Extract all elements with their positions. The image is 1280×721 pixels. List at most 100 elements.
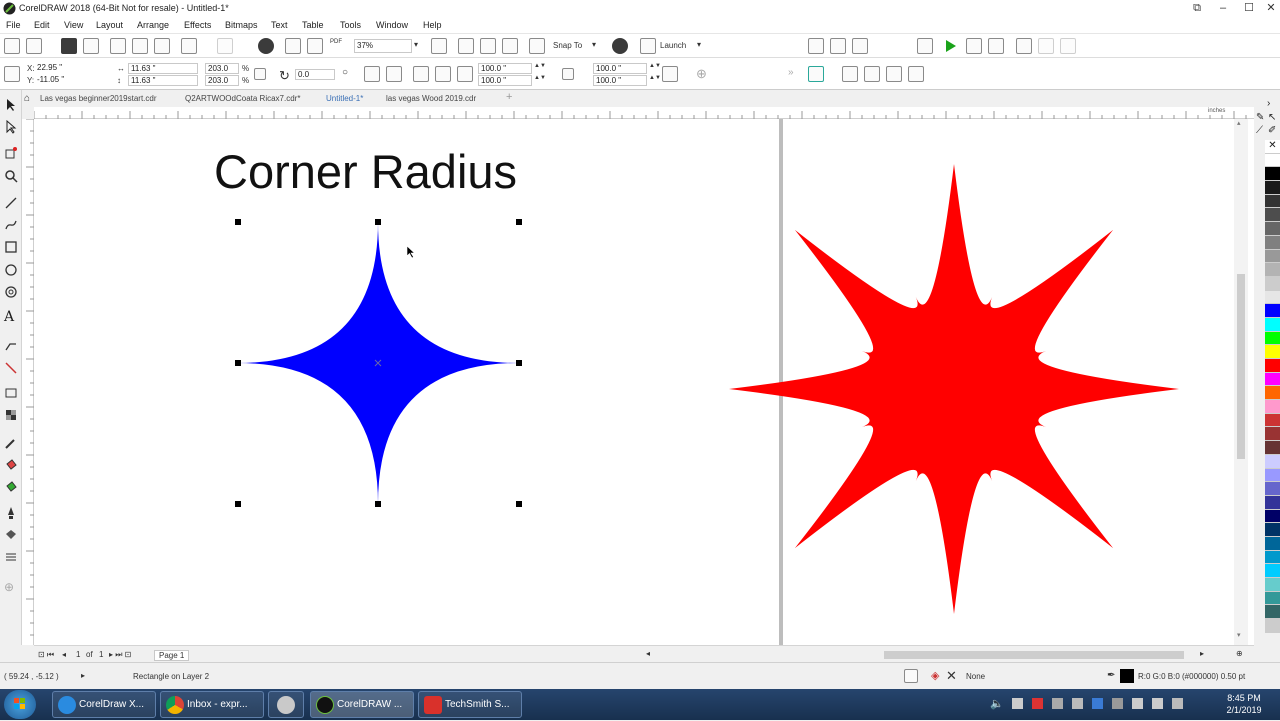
palette-swatch[interactable] (1265, 153, 1280, 168)
palette-swatch[interactable] (1265, 331, 1280, 346)
drawing-canvas[interactable]: Corner Radius (34, 119, 1254, 645)
horizontal-ruler[interactable]: inches (33, 107, 1254, 119)
tray-icon-e[interactable] (1132, 698, 1143, 709)
lock-corners-icon[interactable] (562, 68, 574, 80)
taskbar-item-techsmith[interactable]: TechSmith S... (418, 691, 522, 718)
palette-swatch[interactable] (1265, 468, 1280, 483)
selection-handle-bl[interactable] (235, 501, 241, 507)
first-page-icon[interactable]: ⊡ ⏮ (38, 650, 54, 660)
corner-radius-bottom-right[interactable]: 100.0 " (593, 75, 647, 86)
mirror-vertical-icon[interactable] (386, 66, 402, 82)
palette-swatch[interactable] (1265, 181, 1280, 195)
palette-swatch[interactable] (1265, 441, 1280, 455)
rectangle-tool-icon[interactable] (4, 240, 18, 254)
docker-pen-icon[interactable]: ✎ (1256, 112, 1264, 123)
home-icon[interactable]: ⌂ (24, 93, 30, 104)
corner-radius-top-right[interactable]: 100.0 " (593, 63, 647, 74)
outline-pen-status-icon[interactable]: ✒ (1107, 670, 1115, 681)
undo-icon[interactable] (181, 38, 197, 54)
overflow-chevron-icon[interactable]: » (788, 67, 794, 78)
red-eight-point-star[interactable] (728, 163, 1180, 615)
full-screen-icon[interactable] (431, 38, 447, 54)
import-icon[interactable] (285, 38, 301, 54)
palette-swatch[interactable] (1265, 276, 1280, 291)
selection-handle-tm[interactable] (375, 219, 381, 225)
selection-handle-ml[interactable] (235, 360, 241, 366)
palette-swatch[interactable] (1265, 427, 1280, 442)
smart-fill-icon[interactable] (4, 480, 18, 494)
launch-app-icon[interactable] (640, 38, 656, 54)
launch-chevron-icon[interactable]: ▾ (697, 40, 701, 49)
palette-swatch[interactable] (1265, 400, 1280, 414)
palette-swatch[interactable] (1265, 194, 1280, 209)
spinner-d-icon[interactable]: ▲▼ (649, 75, 661, 81)
crop-tool-icon[interactable] (4, 146, 18, 160)
x-position-field[interactable]: 22.95 " (35, 63, 107, 74)
power-icon[interactable] (1172, 698, 1183, 709)
scroll-down-icon[interactable]: ▾ (1237, 631, 1241, 639)
menu-tools[interactable]: Tools (340, 20, 361, 30)
envelope-tool-icon[interactable] (4, 386, 18, 400)
fill-bucket-icon[interactable]: ◈ (931, 669, 939, 682)
freehand-tool-icon[interactable] (4, 196, 18, 210)
snap-to-chevron-icon[interactable]: ▾ (592, 40, 596, 49)
new-document-icon[interactable] (4, 38, 20, 54)
ruler-tool-icon[interactable] (988, 38, 1004, 54)
page-view-icon[interactable] (917, 38, 933, 54)
add-tool-icon[interactable]: ⊕ (4, 580, 18, 594)
palette-swatch[interactable] (1265, 523, 1280, 537)
palette-swatch[interactable] (1265, 564, 1280, 578)
blue-four-point-star[interactable] (237, 222, 521, 506)
round-corner-icon[interactable] (413, 66, 429, 82)
mirror-horizontal-icon[interactable] (364, 66, 380, 82)
new-tab-plus-icon[interactable]: + (506, 91, 512, 103)
corner-radius-bottom-left[interactable]: 100.0 " (478, 75, 532, 86)
zoom-level-field[interactable]: 37% (354, 39, 412, 53)
palette-swatch[interactable] (1265, 591, 1280, 606)
palette-swatch[interactable] (1265, 482, 1280, 496)
docker-pointer-icon[interactable]: ↖ (1268, 112, 1276, 123)
record-icon[interactable] (966, 38, 982, 54)
outline-color-swatch[interactable] (1120, 669, 1134, 683)
show-rulers-icon[interactable] (458, 38, 474, 54)
palette-swatch[interactable] (1265, 550, 1280, 565)
redo-icon[interactable] (217, 38, 233, 54)
tab-las-vegas-beginner[interactable]: Las vegas beginner2019start.cdr (40, 94, 157, 103)
zoom-tool-icon[interactable] (4, 169, 18, 183)
palette-swatch[interactable] (1265, 235, 1280, 250)
shape-tool-icon[interactable] (4, 120, 18, 134)
interactive-tool-icon[interactable] (4, 361, 18, 375)
menu-layout[interactable]: Layout (96, 20, 123, 30)
palette-swatch[interactable] (1265, 317, 1280, 332)
corner-radius-top-left[interactable]: 100.0 " (478, 63, 532, 74)
menu-edit[interactable]: Edit (34, 20, 50, 30)
taskbar-item-chrome[interactable]: Inbox - expr... (160, 691, 264, 718)
close-button[interactable]: ✕ (1260, 1, 1280, 15)
search-content-icon[interactable] (258, 38, 274, 54)
spinner-c-icon[interactable]: ▲▼ (649, 63, 661, 69)
palette-swatch[interactable] (1265, 249, 1280, 264)
palette-swatch[interactable] (1265, 605, 1280, 620)
bluetooth-icon[interactable] (1092, 698, 1103, 709)
selection-handle-tl[interactable] (235, 219, 241, 225)
docker-eyedrop-icon[interactable]: ✐ (1268, 125, 1276, 136)
tray-icon-c[interactable] (1052, 698, 1063, 709)
docker-knife-icon[interactable]: ⟋ (1256, 125, 1263, 136)
tray-icon-d[interactable] (1072, 698, 1083, 709)
menu-arrange[interactable]: Arrange (137, 20, 169, 30)
scroll-up-icon[interactable]: ▴ (1237, 119, 1241, 127)
print-icon[interactable] (83, 38, 99, 54)
snap-to-dropdown[interactable]: Snap To (553, 41, 582, 50)
menu-file[interactable]: File (6, 20, 21, 30)
ellipse-tool-icon[interactable] (4, 263, 18, 277)
interactive-fill-icon[interactable] (4, 458, 18, 472)
menu-help[interactable]: Help (423, 20, 442, 30)
palette-swatch[interactable] (1265, 386, 1280, 401)
palette-swatch[interactable] (1265, 495, 1280, 510)
hscroll-right-icon[interactable]: ▸ (1200, 649, 1204, 658)
taskbar-item-ie[interactable]: CorelDraw X... (52, 691, 156, 718)
palette-swatch[interactable] (1265, 263, 1280, 277)
menu-bitmaps[interactable]: Bitmaps (225, 20, 258, 30)
vertical-ruler[interactable] (22, 118, 34, 645)
transparency-tool-icon[interactable] (4, 408, 18, 422)
